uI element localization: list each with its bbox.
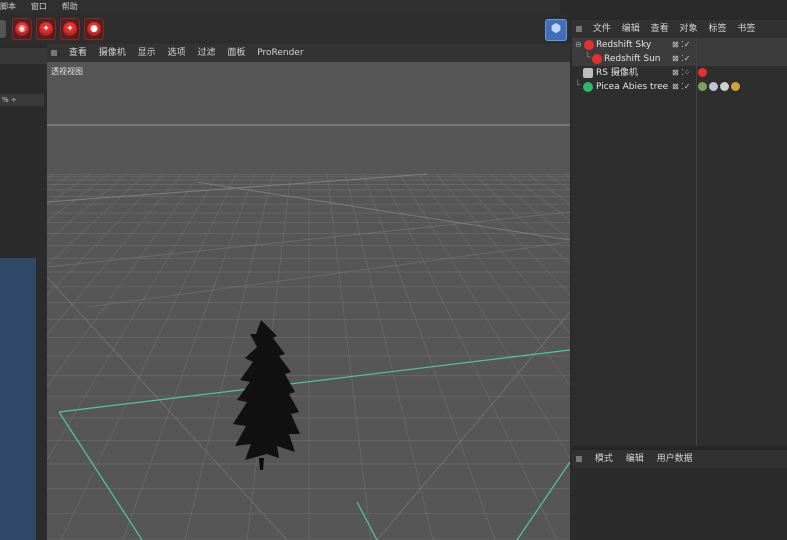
viewport-scene[interactable] <box>47 62 570 540</box>
toolbar-partial-button[interactable] <box>0 20 6 38</box>
expand-toggle-icon[interactable]: ⊖ <box>575 38 582 52</box>
attribute-manager-menubar: 模式 编辑 用户数据 <box>572 450 787 468</box>
hierarchy-branch: └ <box>585 53 591 63</box>
menu-item-help[interactable]: 帮助 <box>62 0 78 14</box>
viewport-menu-panel[interactable]: 面板 <box>227 44 245 62</box>
object-row-rs-camera[interactable]: RS 摄像机 ⊠ ⁚⁘ <box>572 66 787 80</box>
visibility-flags[interactable]: ⊠ ⁚✓ <box>672 80 691 94</box>
cube-icon: ⬢ <box>550 21 562 35</box>
hierarchy-branch: └ <box>575 81 581 91</box>
light-button[interactable]: ✦ <box>36 18 56 40</box>
panel-grip-icon[interactable] <box>576 455 582 462</box>
phong-tag-icon[interactable] <box>731 82 740 91</box>
object-row-redshift-sun[interactable]: └ Redshift Sun ⊠ ⁚✓ <box>572 52 787 66</box>
menu-item-window[interactable]: 窗口 <box>31 0 47 14</box>
left-panel-field-value: % ÷ <box>2 96 17 104</box>
left-panel-swatch <box>0 258 36 540</box>
viewport-menu-view[interactable]: 查看 <box>69 44 87 62</box>
cube-button[interactable]: ⬢ <box>545 19 567 41</box>
column-divider[interactable] <box>696 38 697 446</box>
attribute-menu-edit[interactable]: 编辑 <box>626 450 644 468</box>
main-toolbar: ◉ ✦ ✦ ● <box>0 14 570 44</box>
redshift-sun-icon <box>592 54 602 64</box>
attribute-menu-mode[interactable]: 模式 <box>595 450 613 468</box>
object-manager-panel: ⊖ Redshift Sky ⊠ ⁚✓ └ Redshift Sun ⊠ ⁚✓ … <box>572 38 787 446</box>
visibility-flags[interactable]: ⊠ ⁚✓ <box>672 52 691 66</box>
redshift-sky-icon <box>584 40 594 50</box>
object-menu-file[interactable]: 文件 <box>593 20 611 38</box>
main-menubar: 脚本 窗口 帮助 <box>0 0 560 14</box>
attribute-menu-user-data[interactable]: 用户数据 <box>657 450 693 468</box>
visibility-flags[interactable]: ⊠ ⁚✓ <box>672 38 691 52</box>
spot-light-button[interactable]: ✦ <box>60 18 80 40</box>
object-menu-tags[interactable]: 标签 <box>708 20 726 38</box>
viewport-label: 透视视图 <box>51 67 83 76</box>
object-row-picea-abies-tree[interactable]: └ Picea Abies tree ⊠ ⁚✓ <box>572 80 787 94</box>
panel-grip-icon[interactable] <box>576 25 582 32</box>
redshift-object-button[interactable]: ● <box>84 18 104 40</box>
tree-icon <box>583 82 593 92</box>
object-menu-edit[interactable]: 编辑 <box>622 20 640 38</box>
attribute-manager-panel <box>572 468 787 540</box>
camera-icon <box>583 68 593 78</box>
viewport-menu-camera[interactable]: 摄像机 <box>99 44 126 62</box>
material-tag-icon[interactable] <box>720 82 729 91</box>
object-menu-bookmarks[interactable]: 书签 <box>737 20 755 38</box>
left-panel-header <box>0 48 47 64</box>
panel-grip-icon[interactable] <box>51 49 57 56</box>
viewport-menu-prorender[interactable]: ProRender <box>257 44 303 62</box>
render-camera-button[interactable]: ◉ <box>12 18 32 40</box>
visibility-flags[interactable]: ⊠ ⁚⁘ <box>672 66 691 80</box>
material-tag-icon[interactable] <box>709 82 718 91</box>
viewport-menu-display[interactable]: 显示 <box>138 44 156 62</box>
object-menu-view[interactable]: 查看 <box>651 20 669 38</box>
viewport-background <box>47 62 570 540</box>
menu-item-script[interactable]: 脚本 <box>0 0 16 14</box>
viewport-menubar: 查看 摄像机 显示 选项 过滤 面板 ProRender <box>47 44 570 62</box>
material-tag-icon[interactable] <box>698 82 707 91</box>
object-menu-object[interactable]: 对象 <box>680 20 698 38</box>
viewport-menu-filter[interactable]: 过滤 <box>197 44 215 62</box>
object-manager-menubar: 文件 编辑 查看 对象 标签 书签 <box>572 20 787 38</box>
viewport-menu-options[interactable]: 选项 <box>168 44 186 62</box>
object-row-redshift-sky[interactable]: ⊖ Redshift Sky ⊠ ⁚✓ <box>572 38 787 52</box>
perspective-viewport[interactable]: 透视视图 <box>47 62 570 540</box>
redshift-tag-icon[interactable] <box>698 68 707 77</box>
left-panel-field[interactable]: % ÷ <box>0 94 44 106</box>
